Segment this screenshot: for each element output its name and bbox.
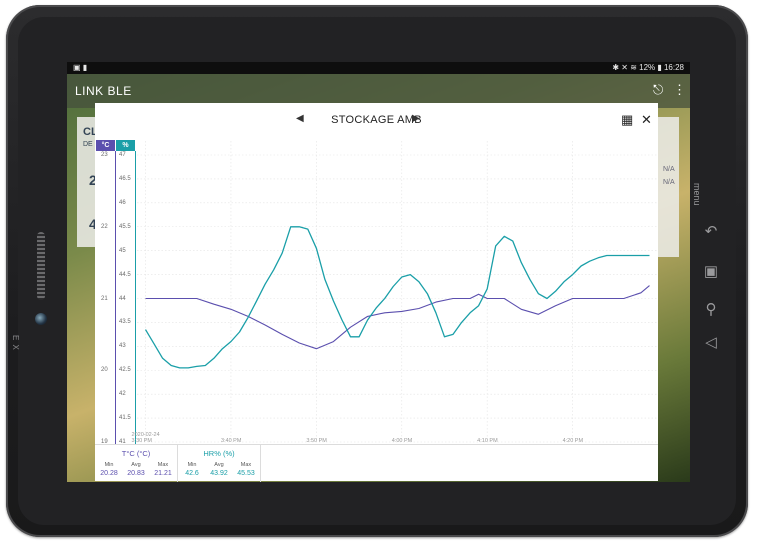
background-card-right <box>657 117 679 257</box>
back-hardware-icon[interactable]: ↶ <box>700 222 722 240</box>
humidity-max-value: 45.53 <box>237 470 255 477</box>
logout-icon[interactable]: ⎋ <box>653 82 663 98</box>
temp-stats: T°C (°C) Min Avg Max 20.28 20.83 21.21 <box>95 445 178 482</box>
return-hardware-icon[interactable]: ◁ <box>700 333 722 351</box>
temp-max-label: Max <box>157 462 169 468</box>
humidity-stats: HR% (%) Min Avg Max 42.6 43.92 45.53 <box>178 445 261 482</box>
temp-avg-value: 20.83 <box>127 470 145 477</box>
overflow-menu-icon[interactable]: ⋮ <box>673 82 686 98</box>
temp-min-label: Min <box>104 462 114 468</box>
temp-min-value: 20.28 <box>100 470 118 477</box>
humidity-avg-value: 43.92 <box>210 470 228 477</box>
humidity-series-line <box>144 226 650 369</box>
app-title: LINK BLE <box>75 84 132 98</box>
status-bar: ▣ ▮ ✱ ✕ ≋ 12% ▮ 16:28 <box>67 62 690 74</box>
brand-logo: E X <box>11 335 20 351</box>
temp-stats-title: T°C (°C) <box>121 449 151 458</box>
camera-lens <box>35 313 47 325</box>
chart-dialog: ◀ STOCKAGE AMB ▶ ▦ ✕ °C % 23 22 21 20 19 47 4… <box>95 103 658 482</box>
temperature-series-line <box>145 285 650 350</box>
humidity-max-label: Max <box>240 462 252 468</box>
bg-card-na: N/A <box>663 179 675 186</box>
status-right-info: ✱ ✕ ≋ 12% ▮ 16:28 <box>612 63 684 72</box>
stats-footer: T°C (°C) Min Avg Max 20.28 20.83 21.21 H… <box>95 444 658 482</box>
line-chart[interactable]: 2020-02-243:30 PM 3:40 PM 3:50 PM 4:00 PM 4:… <box>95 103 658 444</box>
humidity-min-label: Min <box>187 462 197 468</box>
temp-max-value: 21.21 <box>154 470 172 477</box>
search-hardware-icon[interactable]: ⚲ <box>700 300 722 318</box>
humidity-min-value: 42.6 <box>185 470 199 477</box>
bg-card-label: DE <box>83 141 93 148</box>
speaker-grille <box>37 232 45 300</box>
status-left-icons: ▣ ▮ <box>73 63 88 72</box>
humidity-stats-title: HR% (%) <box>203 449 235 458</box>
menu-hardware-label: menu <box>692 183 702 206</box>
home-hardware-icon[interactable]: ▣ <box>700 262 722 280</box>
bg-card-na: N/A <box>663 166 675 173</box>
humidity-avg-label: Avg <box>214 462 224 468</box>
temp-avg-label: Avg <box>131 462 141 468</box>
